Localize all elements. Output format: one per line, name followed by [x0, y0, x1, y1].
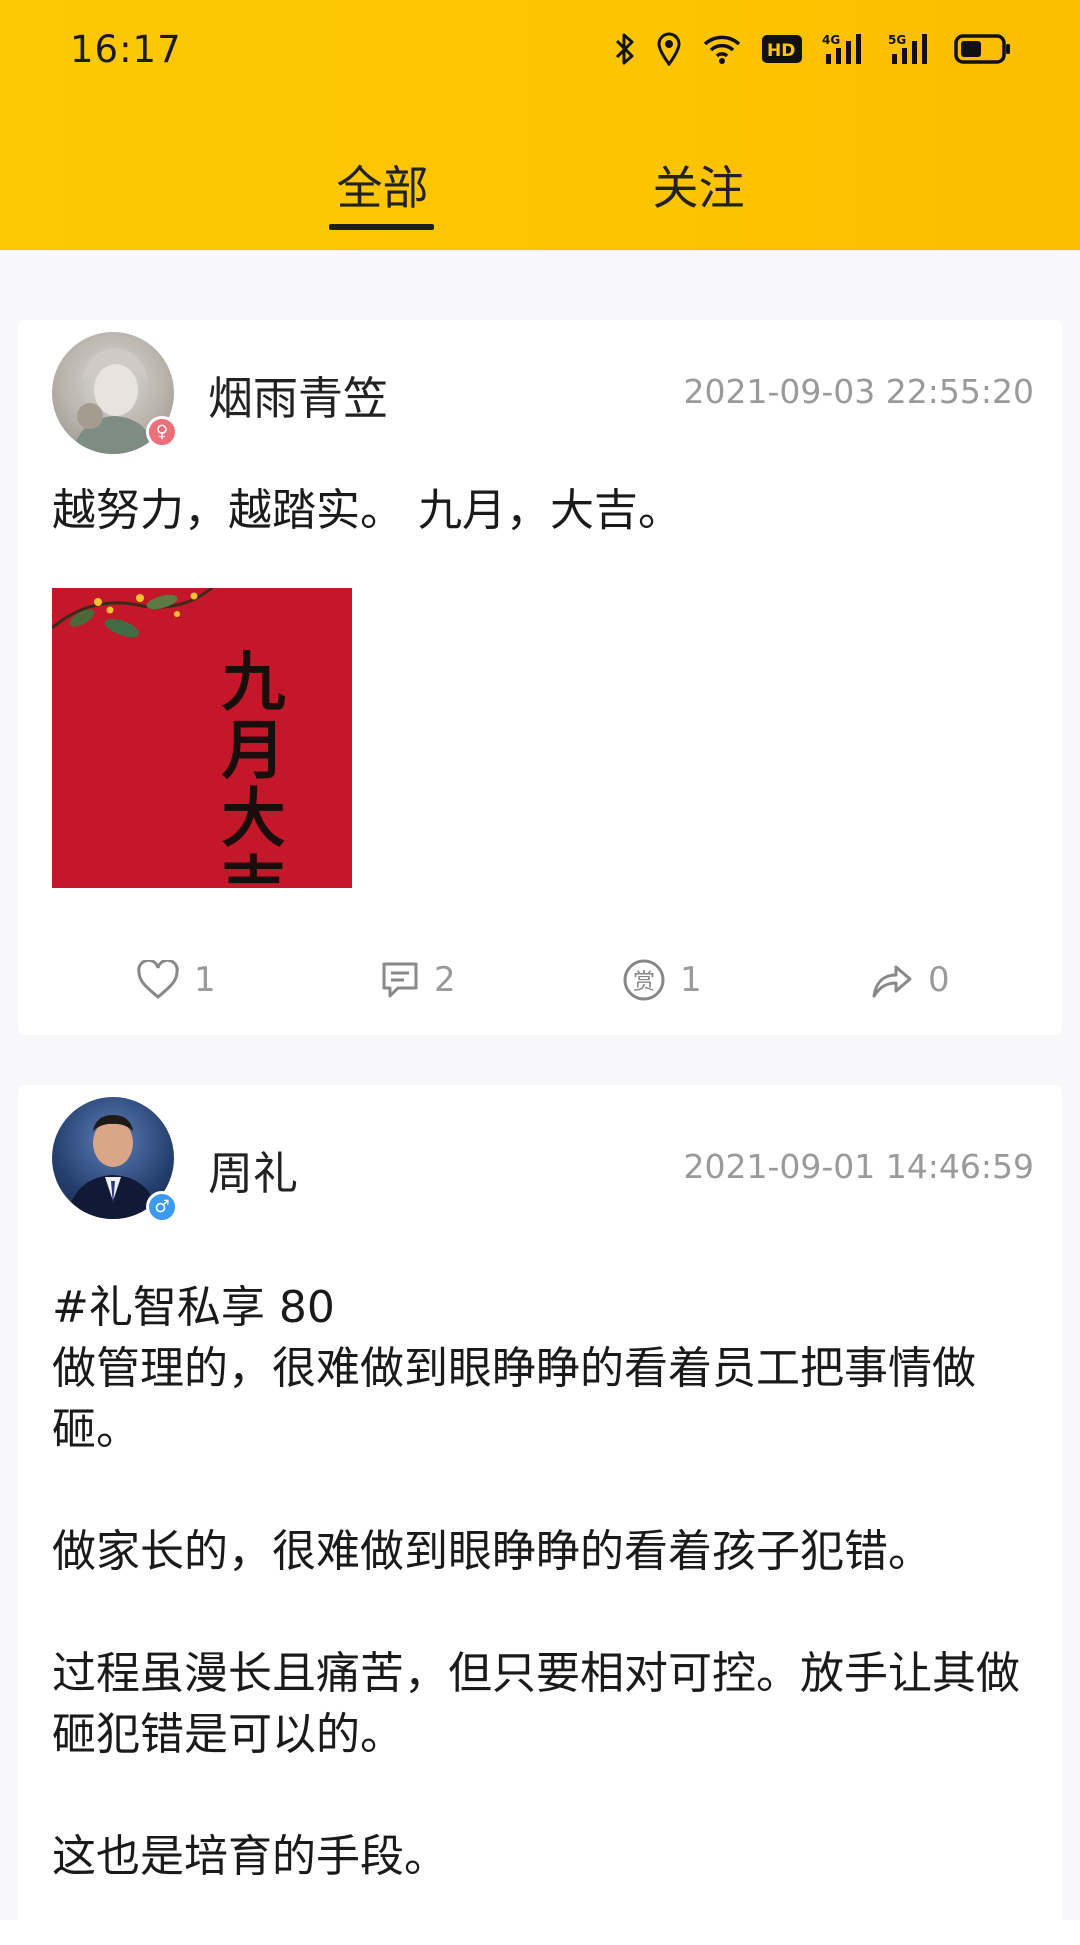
username[interactable]: 烟雨青笠 [208, 362, 388, 427]
comment-button[interactable]: 2 [380, 940, 456, 1020]
post-text: 越努力，越踏实。 九月，大吉。 [52, 485, 682, 536]
active-tab-indicator [329, 224, 434, 230]
image-calligraphy: 九月大吉 [211, 648, 286, 888]
status-icons: HD 4G 5G [614, 28, 1012, 70]
bluetooth-icon [614, 32, 636, 66]
location-icon [656, 32, 682, 66]
female-icon: ♀ [146, 416, 178, 448]
tab-following[interactable]: 关注 [646, 152, 751, 232]
status-time: 16:17 [70, 28, 182, 71]
signal-4g-icon: 4G [822, 32, 868, 66]
username[interactable]: 周礼 [208, 1137, 298, 1202]
feed-tabs: 全部 关注 [0, 140, 1080, 250]
post-image[interactable]: 九月大吉 [52, 588, 352, 888]
post-timestamp: 2021-09-01 14:46:59 [683, 1147, 1034, 1186]
share-button[interactable]: 0 [870, 940, 950, 1020]
reward-icon-char: 赏 [633, 970, 655, 995]
share-icon [872, 965, 912, 998]
post-card: ♂ 周礼 2021-09-01 14:46:59 #礼智私享 80 做管理的，很… [18, 1085, 1062, 1945]
post-feed: ♀ 烟雨青笠 2021-09-03 22:55:20 越努力，越踏实。 九月，大… [0, 250, 1080, 1945]
app-header: 16:17 HD 4G 5G 全部 关注 [0, 0, 1080, 250]
hd-label: HD [767, 41, 795, 61]
like-count: 1 [194, 960, 216, 1000]
post-card: ♀ 烟雨青笠 2021-09-03 22:55:20 越努力，越踏实。 九月，大… [18, 320, 1062, 1035]
heart-icon [137, 960, 179, 999]
reward-count: 1 [680, 960, 702, 1000]
reward-button[interactable]: 赏 1 [622, 940, 702, 1020]
status-bar: 16:17 HD 4G 5G [0, 0, 1080, 100]
hd-icon: HD [762, 34, 802, 64]
wifi-icon [702, 33, 742, 65]
comment-count: 2 [434, 960, 456, 1000]
post-timestamp: 2021-09-03 22:55:20 [683, 372, 1034, 411]
net2-label: 5G [888, 33, 906, 47]
net1-label: 4G [822, 33, 840, 47]
like-button[interactable]: 1 [136, 940, 216, 1020]
share-count: 0 [928, 960, 950, 1000]
signal-5g-icon: 5G [888, 32, 934, 66]
post-actions: 1 2 赏 1 0 [18, 940, 1062, 1020]
comment-icon [382, 962, 418, 998]
reward-icon: 赏 [623, 959, 665, 1001]
male-icon: ♂ [146, 1191, 178, 1223]
battery-icon [954, 33, 1012, 65]
tab-all[interactable]: 全部 [330, 152, 435, 232]
post-text: #礼智私享 80 做管理的，很难做到眼睁睁的看着员工把事情做砸。 做家长的，很难… [52, 1282, 1020, 1882]
